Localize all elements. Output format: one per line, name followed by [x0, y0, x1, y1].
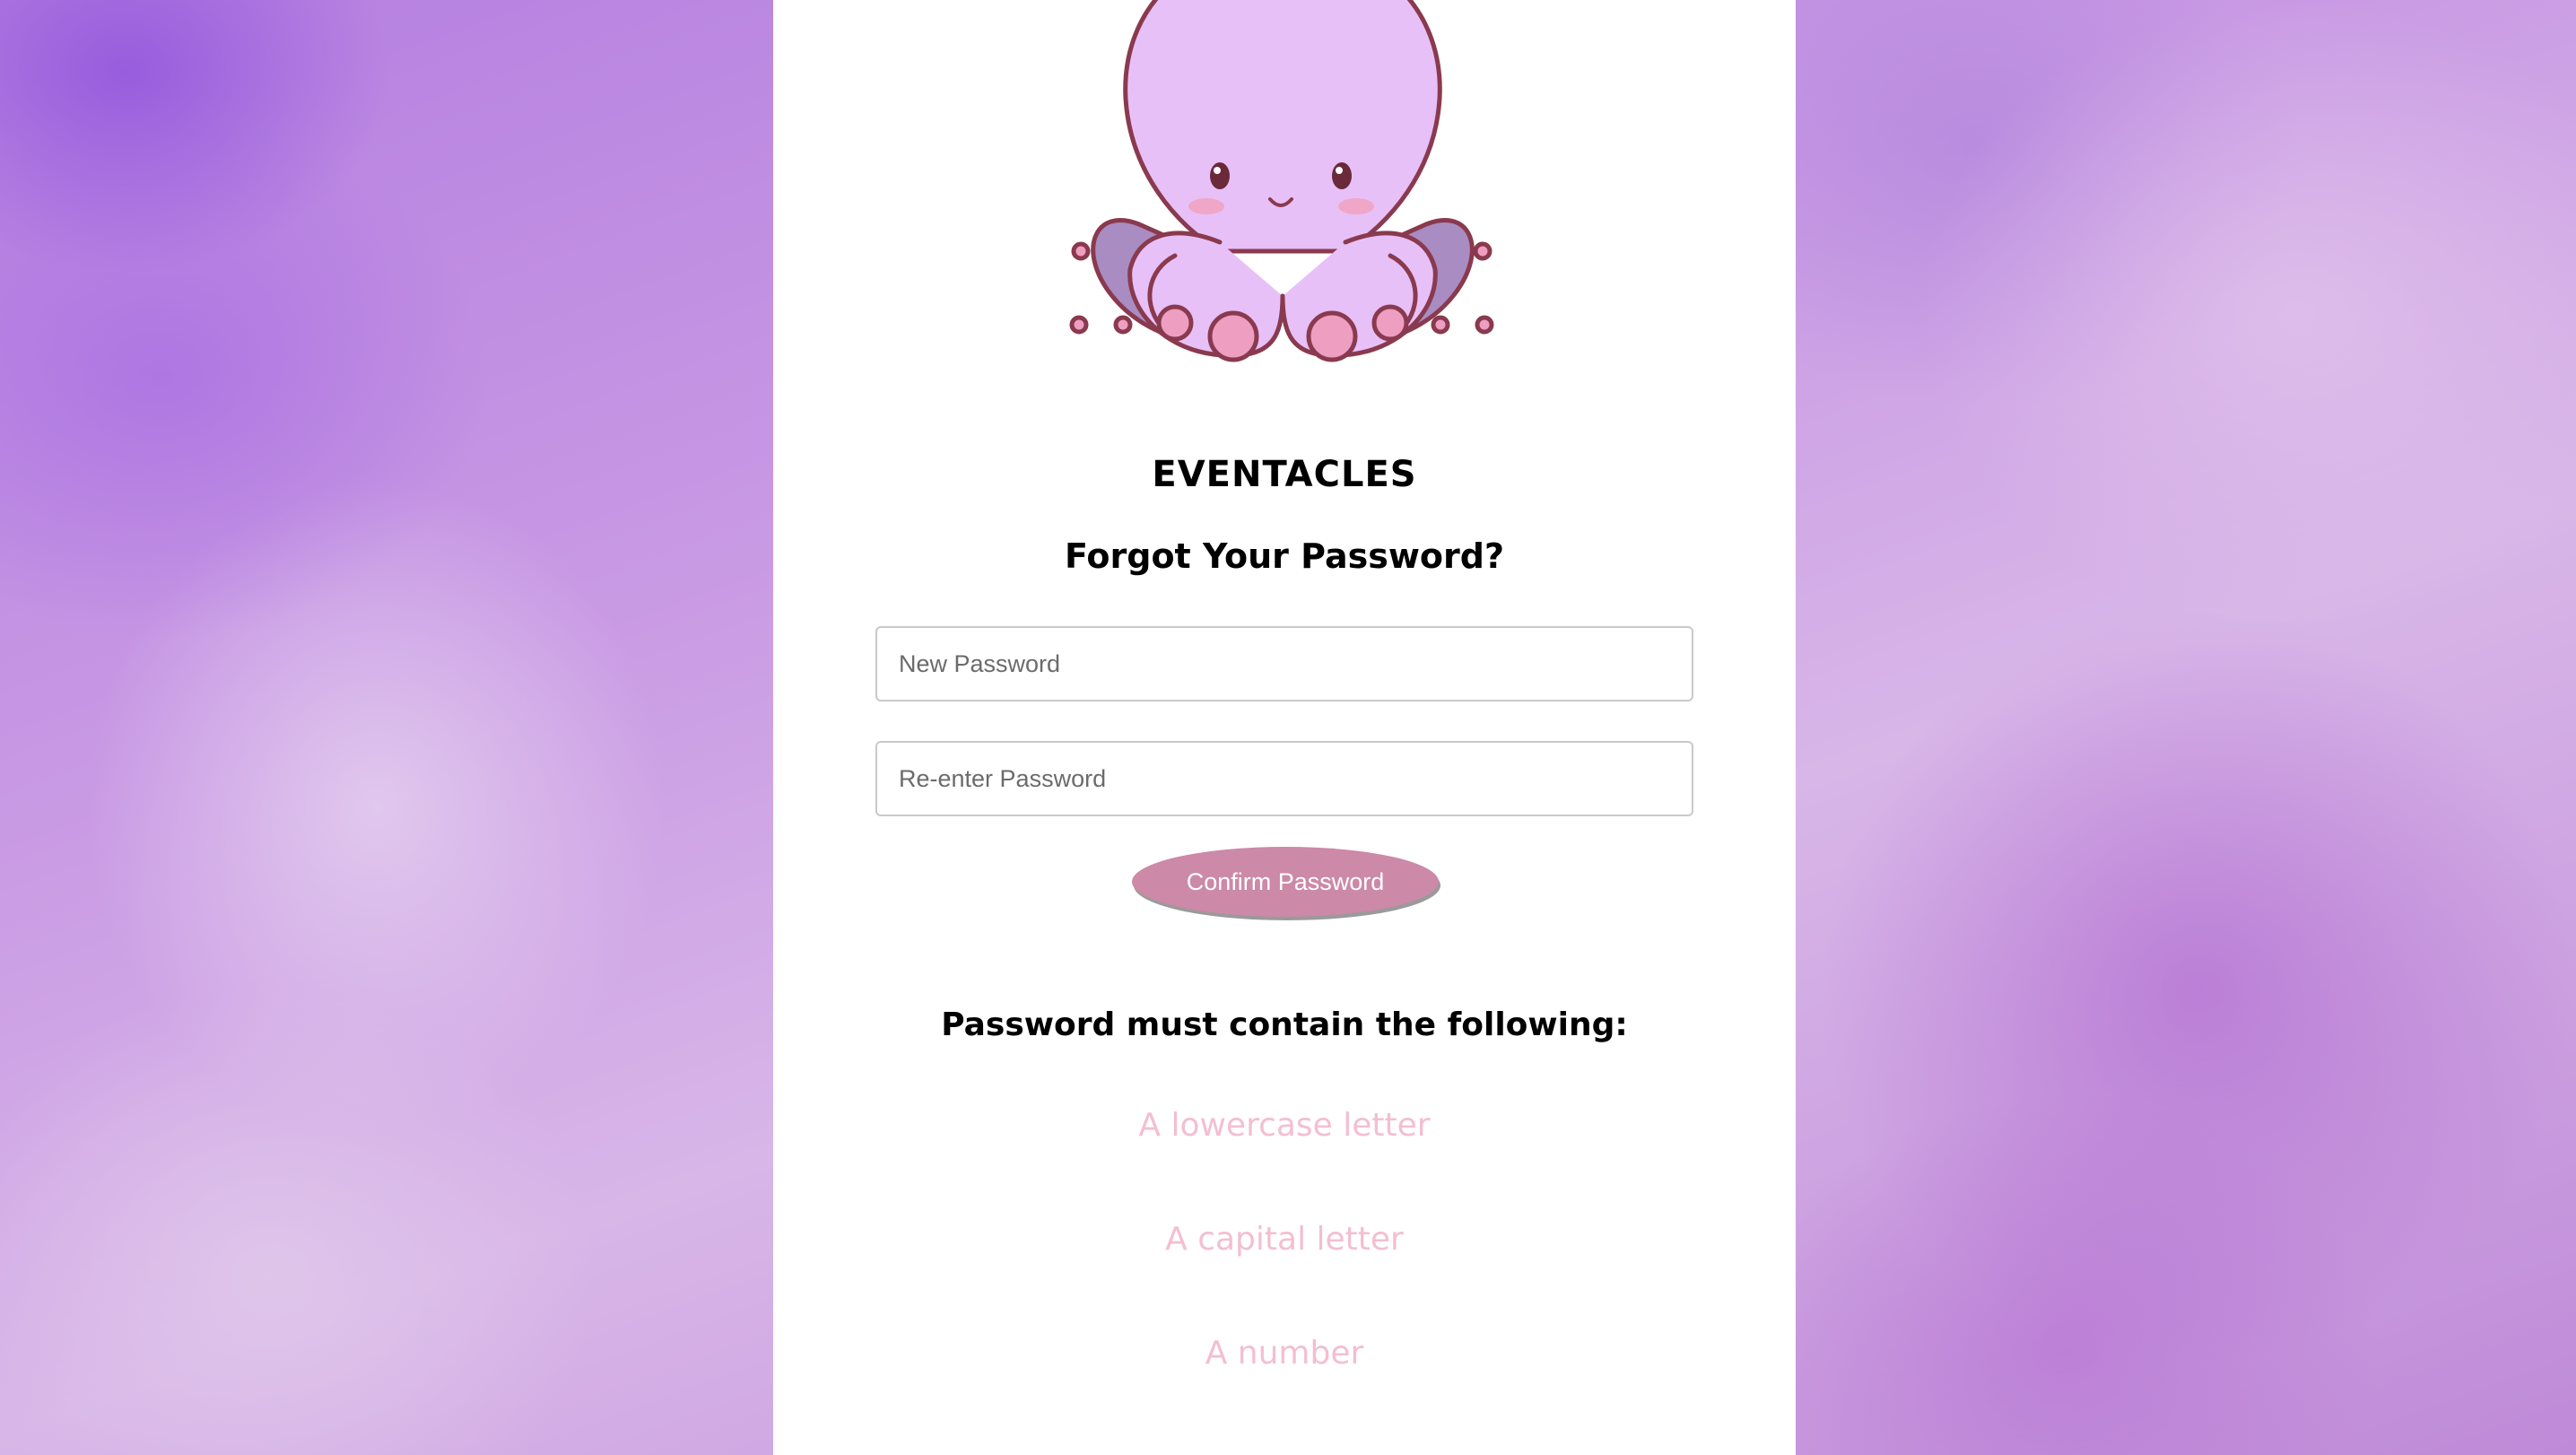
reenter-password-input[interactable]: [875, 741, 1693, 816]
requirements-title: Password must contain the following:: [941, 1006, 1628, 1043]
requirement-number: A number: [1205, 1335, 1364, 1372]
page-title: Forgot Your Password?: [1064, 536, 1505, 576]
requirement-lowercase: A lowercase letter: [1138, 1107, 1431, 1144]
confirm-password-button[interactable]: Confirm Password: [1132, 847, 1439, 917]
octopus-mascot-icon: [1069, 0, 1494, 362]
requirement-capital: A capital letter: [1165, 1221, 1404, 1258]
brand-name: EVENTACLES: [1152, 454, 1417, 495]
new-password-input[interactable]: [875, 626, 1693, 701]
